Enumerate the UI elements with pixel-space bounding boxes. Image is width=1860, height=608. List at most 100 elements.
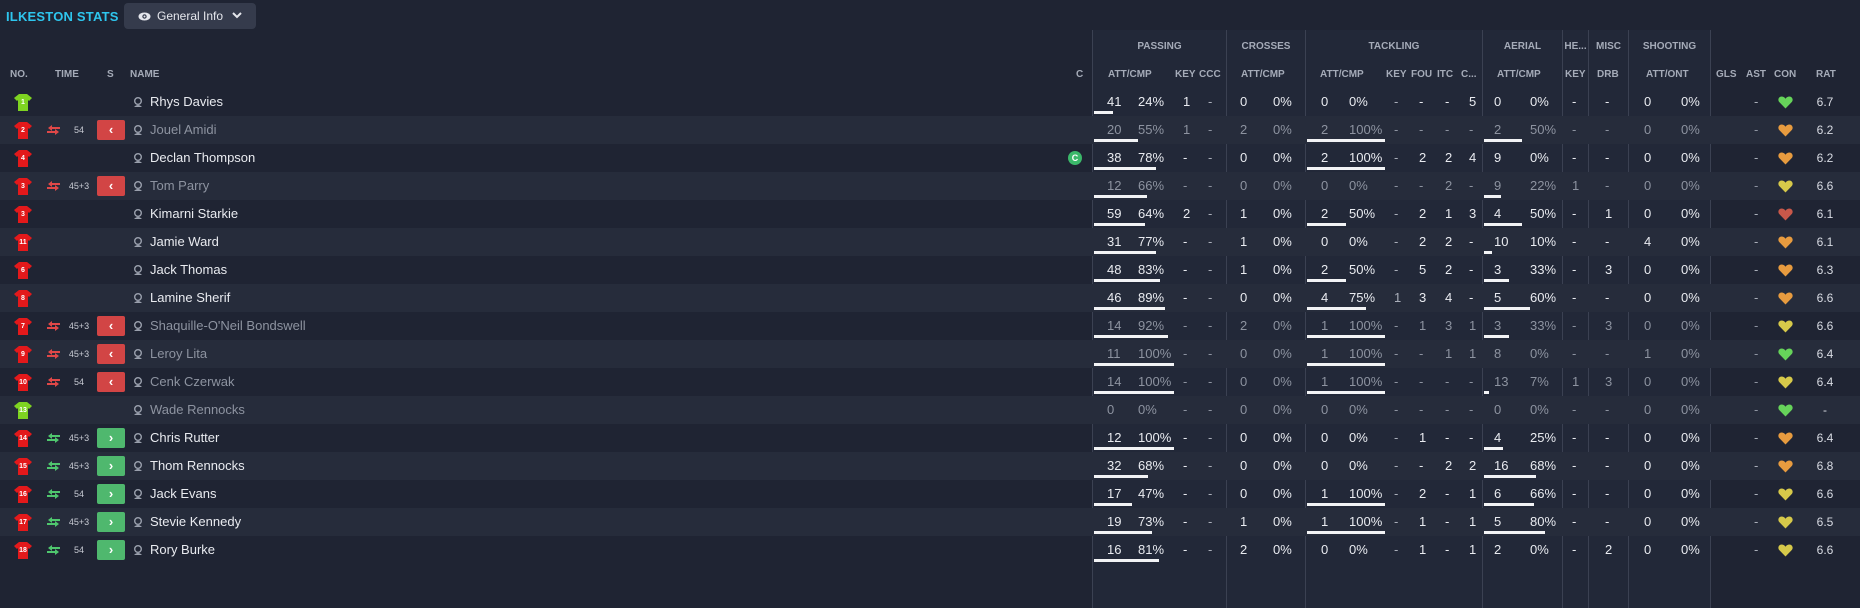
col-header-aer-att-cmp[interactable]: ATT/CMP: [1497, 69, 1541, 80]
table-row[interactable]: 11 Jamie Ward C 31 77% - - 1 0% 0 0% - 2…: [0, 228, 1860, 256]
col-header-no[interactable]: NO.: [10, 69, 28, 80]
player-name[interactable]: Chris Rutter: [150, 424, 219, 452]
player-name[interactable]: Leroy Lita: [150, 340, 207, 368]
substitution-button[interactable]: ›: [97, 428, 125, 448]
player-profile-icon: [134, 265, 142, 275]
cross-pct: 0%: [1273, 542, 1292, 557]
player-name[interactable]: Cenk Czerwak: [150, 368, 235, 396]
player-name[interactable]: Jouel Amidi: [150, 116, 216, 144]
col-header-time[interactable]: TIME: [55, 69, 79, 80]
player-name[interactable]: Wade Rennocks: [150, 396, 245, 424]
col-header-con[interactable]: CON: [1774, 69, 1796, 80]
table-row[interactable]: 6 Jack Thomas C 48 83% - - 1 0% 2 50% - …: [0, 256, 1860, 284]
shot-pct: 0%: [1681, 206, 1700, 221]
table-row[interactable]: 2 54 ‹ Jouel Amidi C 20 55% 1 - 2 0% 2 1…: [0, 116, 1860, 144]
table-row[interactable]: 16 54 › Jack Evans C 17 47% - - 0 0% 1 1…: [0, 480, 1860, 508]
table-row[interactable]: 9 45+3 ‹ Leroy Lita C 11 100% - - 0 0% 1…: [0, 340, 1860, 368]
player-profile-icon: [134, 545, 142, 555]
col-header-s[interactable]: S: [107, 69, 114, 80]
player-name[interactable]: Rory Burke: [150, 536, 215, 564]
view-selector-button[interactable]: General Info: [124, 3, 256, 29]
assists: -: [1754, 458, 1759, 473]
assists: -: [1754, 122, 1759, 137]
group-header-shooting[interactable]: SHOOTING: [1629, 41, 1710, 52]
col-header-itc[interactable]: ITC: [1437, 69, 1453, 80]
substitution-button[interactable]: ›: [97, 484, 125, 504]
player-profile-icon: [134, 433, 142, 443]
col-header-ccc[interactable]: CCC: [1199, 69, 1221, 80]
col-header-captain[interactable]: C: [1076, 69, 1083, 80]
col-header-head-key[interactable]: KEY: [1565, 69, 1586, 80]
player-name[interactable]: Tom Parry: [150, 172, 209, 200]
group-header-crosses[interactable]: CROSSES: [1227, 41, 1305, 52]
table-row[interactable]: 14 45+3 › Chris Rutter C 12 100% - - 0 0…: [0, 424, 1860, 452]
player-name[interactable]: Thom Rennocks: [150, 452, 245, 480]
col-header-cross-att-cmp[interactable]: ATT/CMP: [1241, 69, 1285, 80]
shot-att: 1: [1644, 346, 1652, 361]
substitution-button[interactable]: ‹: [97, 316, 125, 336]
table-row[interactable]: 7 45+3 ‹ Shaquille-O'Neil Bondswell C 14…: [0, 312, 1860, 340]
col-header-drb[interactable]: DRB: [1597, 69, 1619, 80]
substitution-arrows-icon: [47, 489, 60, 499]
match-rating: 6.6: [1816, 543, 1834, 557]
match-rating: 6.4: [1816, 347, 1834, 361]
cross-att: 0: [1240, 430, 1248, 445]
dribbles: -: [1605, 346, 1610, 361]
player-name[interactable]: Stevie Kennedy: [150, 508, 241, 536]
player-name[interactable]: Lamine Sherif: [150, 284, 230, 312]
col-header-tack-att-cmp[interactable]: ATT/CMP: [1320, 69, 1364, 80]
group-header-tackling[interactable]: TACKLING: [1306, 41, 1482, 52]
player-name[interactable]: Jack Evans: [150, 480, 216, 508]
player-name[interactable]: Declan Thompson: [150, 144, 255, 172]
table-row[interactable]: 3 Kimarni Starkie C 59 64% 2 - 1 0% 2 50…: [0, 200, 1860, 228]
substitution-button[interactable]: ›: [97, 540, 125, 560]
match-rating: 6.6: [1816, 319, 1834, 333]
shirt-number: 3: [21, 183, 25, 190]
table-row[interactable]: 17 45+3 › Stevie Kennedy C 19 73% - - 1 …: [0, 508, 1860, 536]
group-header-passing[interactable]: PASSING: [1093, 41, 1226, 52]
substitution-chevron-icon: ›: [108, 458, 114, 473]
table-row[interactable]: 15 45+3 › Thom Rennocks C 32 68% - - 0 0…: [0, 452, 1860, 480]
table-row[interactable]: 3 45+3 ‹ Tom Parry C 12 66% - - 0 0% 0 0…: [0, 172, 1860, 200]
substitution-button[interactable]: ‹: [97, 372, 125, 392]
group-header-misc[interactable]: MISC: [1589, 41, 1628, 52]
table-row[interactable]: 8 Lamine Sherif C 46 89% - - 0 0% 4 75% …: [0, 284, 1860, 312]
substitution-button[interactable]: ‹: [97, 120, 125, 140]
tack-pct: 0%: [1349, 402, 1368, 417]
col-header-att-ont[interactable]: ATT/ONT: [1646, 69, 1689, 80]
col-header-pass-key[interactable]: KEY: [1175, 69, 1196, 80]
substitution-button[interactable]: ›: [97, 512, 125, 532]
player-name[interactable]: Kimarni Starkie: [150, 200, 238, 228]
table-row[interactable]: 13 Wade Rennocks C 0 0% - - 0 0% 0 0% - …: [0, 396, 1860, 424]
col-header-pass-att-cmp[interactable]: ATT/CMP: [1108, 69, 1152, 80]
group-header-aerial[interactable]: AERIAL: [1483, 41, 1562, 52]
col-header-fou[interactable]: FOU: [1411, 69, 1432, 80]
player-name[interactable]: Rhys Davies: [150, 88, 223, 116]
table-row[interactable]: 4 Declan Thompson C 38 78% - - 0 0% 2 10…: [0, 144, 1860, 172]
shot-att: 0: [1644, 122, 1652, 137]
sub-time: 45+3: [68, 517, 90, 527]
player-name[interactable]: Jamie Ward: [150, 228, 219, 256]
substitution-button[interactable]: ‹: [97, 176, 125, 196]
group-header-headers[interactable]: HE...: [1563, 41, 1588, 52]
table-row[interactable]: 10 54 ‹ Cenk Czerwak C 14 100% - - 0 0% …: [0, 368, 1860, 396]
col-header-rat[interactable]: RAT: [1816, 69, 1836, 80]
interceptions: -: [1445, 94, 1450, 109]
sub-time: 45+3: [68, 321, 90, 331]
player-name[interactable]: Shaquille-O'Neil Bondswell: [150, 312, 306, 340]
aer-att: 0: [1494, 402, 1502, 417]
col-header-tack-key[interactable]: KEY: [1386, 69, 1407, 80]
match-rating: 6.4: [1816, 431, 1834, 445]
col-header-gls[interactable]: GLS: [1716, 69, 1737, 80]
col-header-c-trunc[interactable]: C...: [1461, 69, 1477, 80]
substitution-button[interactable]: ‹: [97, 344, 125, 364]
col-header-ast[interactable]: AST: [1746, 69, 1766, 80]
player-name[interactable]: Jack Thomas: [150, 256, 227, 284]
substitution-button[interactable]: ›: [97, 456, 125, 476]
ccc: -: [1208, 94, 1213, 109]
table-row[interactable]: 1 Rhys Davies C 41 24% 1 - 0 0% 0 0% - -…: [0, 88, 1860, 116]
condition-heart-icon: [1778, 96, 1793, 109]
table-row[interactable]: 18 54 › Rory Burke C 16 81% - - 2 0% 0 0…: [0, 536, 1860, 564]
col-header-name[interactable]: NAME: [130, 69, 159, 80]
player-profile-icon: [134, 293, 142, 303]
